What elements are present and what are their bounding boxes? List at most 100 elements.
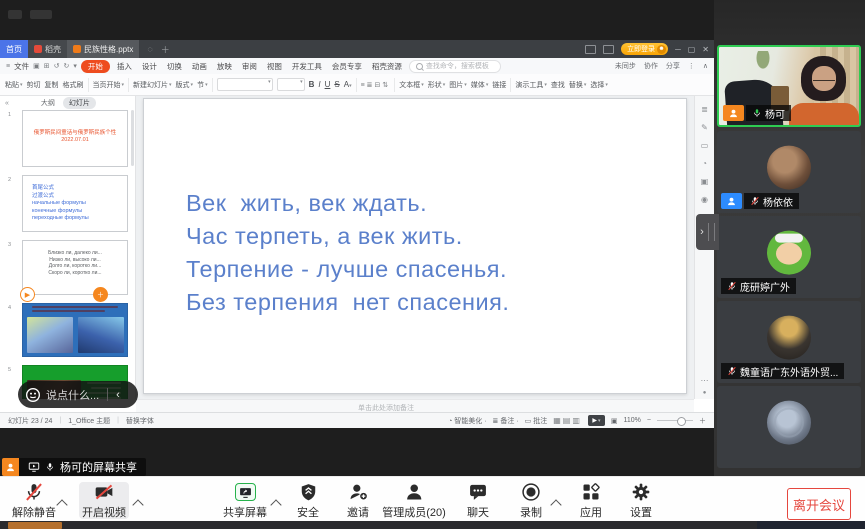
wps-tab-docer[interactable]: 稻壳	[28, 40, 67, 58]
font-size-select[interactable]	[277, 78, 305, 91]
chat-placeholder[interactable]: 说点什么...	[46, 387, 99, 403]
ribbon-tab-docer-res[interactable]: 稻壳资源	[369, 60, 405, 73]
close-icon[interactable]: ✕	[702, 45, 709, 54]
add-slide-button[interactable]: ＋	[93, 287, 108, 302]
media-button[interactable]: 媒体▾	[471, 80, 489, 90]
wps-tab-home[interactable]: 首页	[0, 40, 28, 58]
font-family-select[interactable]	[217, 78, 273, 91]
side-help-icon[interactable]: ◉	[695, 195, 714, 204]
undo-icon[interactable]: ↺	[54, 62, 60, 70]
theme-name[interactable]: 1_Office 主题	[68, 416, 110, 426]
leave-meeting-button[interactable]: 离开会议	[787, 488, 851, 520]
file-menu[interactable]: 文件	[14, 61, 29, 72]
slide-thumb-3[interactable]: Близко ли, далеко ли... Низко ли, высоко…	[22, 240, 128, 295]
current-slide[interactable]: Век жить, век ждать. Час терпеть, а век …	[143, 98, 687, 394]
ribbon-tab-transition[interactable]: 切换	[164, 60, 185, 73]
fit-window-icon[interactable]: ▣	[611, 417, 618, 425]
notes-bar[interactable]: 单击此处添加备注	[136, 399, 694, 412]
login-button[interactable]: 立即登录 ☻	[621, 43, 668, 55]
panel-scrollbar[interactable]	[131, 110, 134, 166]
collapse-chat-icon[interactable]: ‹	[116, 389, 120, 401]
record-button[interactable]: 录制	[520, 482, 542, 520]
alignment-icons[interactable]: ≡≣⊟⇅	[361, 81, 391, 89]
share-button[interactable]: 分享	[666, 61, 680, 71]
find-button[interactable]: 查找	[551, 80, 565, 90]
zoom-level[interactable]: 110%	[624, 417, 641, 424]
chat-button[interactable]: 聊天	[467, 482, 489, 520]
slide-thumb-2[interactable]: 首尾公式 过渡公式 начальные формулы конечные фор…	[22, 175, 128, 232]
paste-button[interactable]: 粘贴▾	[5, 80, 23, 90]
strikethrough-button[interactable]: S	[334, 80, 339, 89]
beautify-button[interactable]: ◔ 智能美化 ·	[448, 416, 486, 426]
zoom-slider[interactable]	[657, 420, 693, 421]
cut-button[interactable]: 剪切	[27, 80, 41, 90]
layout-button[interactable]: 版式▾	[176, 80, 194, 90]
side-color-icon[interactable]: ◔	[695, 159, 714, 168]
present-tools-button[interactable]: 演示工具▾	[515, 80, 547, 90]
slide-thumb-4[interactable]	[22, 303, 128, 357]
sync-status[interactable]: 未同步	[615, 61, 636, 71]
ribbon-tab-start[interactable]: 开始	[81, 60, 110, 73]
ribbon-tab-insert[interactable]: 插入	[114, 60, 135, 73]
ribbon-tab-view[interactable]: 视图	[264, 60, 285, 73]
manage-members-button[interactable]: 管理成员(20)	[382, 482, 446, 520]
ribbon-tab-review[interactable]: 审阅	[239, 60, 260, 73]
picture-button[interactable]: 图片▾	[449, 80, 467, 90]
tab-outline[interactable]: 大纲	[41, 98, 55, 108]
section-button[interactable]: 节▾	[197, 80, 208, 90]
search-input[interactable]: 查找命令，搜索模板	[409, 60, 501, 73]
side-dot-icon[interactable]: ●	[695, 390, 714, 396]
play-from-current-button[interactable]: 当页开始▾	[93, 80, 125, 90]
slide-thumb-1[interactable]: 俄罗斯民间童话与俄罗斯民族个性 2022.07.01	[22, 110, 128, 167]
textbox-button[interactable]: 文本框▾	[399, 80, 424, 90]
font-color-button[interactable]: A▾	[344, 80, 352, 89]
link-button[interactable]: 链接	[492, 80, 506, 90]
participant-tile-weitongyu[interactable]: 魏童语广东外语外贸...	[717, 301, 861, 383]
restore-icon[interactable]: ▢	[688, 45, 696, 54]
unmute-options-caret[interactable]	[56, 499, 67, 510]
side-layout-icon[interactable]: ▣	[695, 177, 714, 186]
zoom-in-icon[interactable]: ＋	[699, 416, 706, 426]
cowork-button[interactable]: 协作	[644, 61, 658, 71]
settings-button[interactable]: 设置	[630, 482, 652, 520]
shape-button[interactable]: 形状▾	[428, 80, 446, 90]
sidebar-collapse-handle[interactable]: ›	[696, 214, 719, 250]
layout-split-icon[interactable]	[585, 45, 596, 54]
apps-button[interactable]: 应用	[580, 482, 602, 520]
side-edit-icon[interactable]: ✎	[695, 123, 714, 132]
tab-slides[interactable]: 幻灯片	[63, 97, 96, 109]
record-options-caret[interactable]	[550, 499, 561, 510]
participant-tile-yangke[interactable]: 杨可	[717, 45, 861, 127]
replace-button[interactable]: 替换▾	[569, 80, 587, 90]
side-shape-icon[interactable]: ▭	[695, 141, 714, 150]
replace-font-button[interactable]: 替换字体	[126, 416, 154, 426]
slideshow-play-button[interactable]: ▶▾	[588, 415, 605, 426]
tab-list-icon[interactable]: ◌	[147, 44, 152, 54]
save-icon[interactable]: ▣	[33, 62, 40, 70]
chevron-down-icon[interactable]: ▾	[73, 62, 77, 70]
share-screen-button[interactable]: 共享屏幕	[223, 482, 267, 520]
ribbon-tab-member[interactable]: 会员专享	[329, 60, 365, 73]
start-video-button[interactable]: 开启视频	[82, 482, 126, 520]
side-notes-icon[interactable]: ≣	[695, 105, 714, 114]
ribbon-tab-slideshow[interactable]: 放映	[214, 60, 235, 73]
zoom-slider-knob[interactable]	[677, 417, 686, 426]
video-options-caret[interactable]	[132, 499, 143, 510]
new-slide-button[interactable]: 新建幻灯片▾	[133, 80, 172, 90]
view-mode-icons[interactable]: ▦▤▥	[553, 416, 582, 425]
ribbon-tab-devtools[interactable]: 开发工具	[289, 60, 325, 73]
bold-button[interactable]: B	[309, 80, 315, 89]
wps-tab-document[interactable]: 民族性格.pptx	[67, 40, 139, 58]
unmute-button[interactable]: 解除静音	[12, 482, 56, 520]
comments-button[interactable]: ▭ 批注	[525, 416, 548, 426]
security-button[interactable]: 安全	[297, 482, 319, 520]
minimize-icon[interactable]: ─	[675, 45, 681, 54]
share-options-caret[interactable]	[270, 499, 281, 510]
participant-tile-yangyiyi[interactable]: 杨依依	[717, 131, 861, 213]
select-button[interactable]: 选择▾	[590, 80, 608, 90]
play-slide-button[interactable]: ▶	[20, 287, 35, 302]
participant-tile-pangyanting[interactable]: 庞研婷广外	[717, 216, 861, 298]
participant-tile-5[interactable]	[717, 386, 861, 468]
new-tab-icon[interactable]: ＋	[161, 43, 170, 56]
side-more-icon[interactable]: ⋯	[695, 376, 714, 385]
